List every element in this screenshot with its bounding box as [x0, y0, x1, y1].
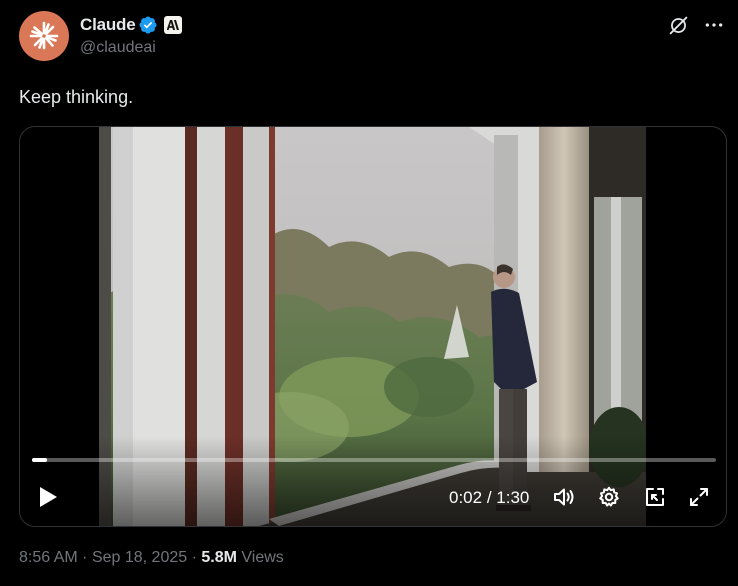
tweet-time[interactable]: 8:56 AM: [19, 549, 78, 566]
views-label[interactable]: Views: [241, 549, 283, 566]
claude-starburst-icon: [29, 21, 59, 50]
more-dots-icon[interactable]: [703, 14, 725, 36]
meta-separator: ·: [191, 549, 197, 566]
volume-icon: [554, 488, 574, 506]
top-actions: [667, 14, 725, 36]
tweet-date[interactable]: Sep 18, 2025: [92, 549, 187, 566]
video-current-time: 0:02: [449, 488, 483, 507]
video-player[interactable]: 0:02 / 1:30: [19, 126, 727, 527]
controls-overlay: [20, 436, 726, 526]
video-time: 0:02 / 1:30: [449, 488, 529, 508]
fullscreen-icon: [690, 488, 708, 506]
pop-out-button[interactable]: [642, 484, 668, 510]
tweet-meta: 8:56 AM · Sep 18, 2025 · 5.8M Views: [19, 549, 284, 567]
fullscreen-button[interactable]: [686, 484, 712, 510]
play-icon: [40, 487, 57, 507]
meta-separator: ·: [82, 549, 88, 566]
play-button[interactable]: [36, 484, 60, 510]
author-handle[interactable]: @claudeai: [80, 39, 156, 57]
views-count[interactable]: 5.8M: [201, 549, 237, 566]
grok-icon[interactable]: [667, 14, 689, 36]
video-duration: 1:30: [496, 488, 530, 507]
tweet-header: Claude @claudeai: [19, 11, 738, 63]
settings-gear-icon: [599, 486, 619, 507]
video-progress-fill: [32, 458, 48, 462]
author-name-row: Claude: [80, 14, 183, 36]
tweet-text: Keep thinking.: [19, 87, 134, 107]
avatar[interactable]: [19, 11, 69, 61]
anthropic-logo-icon[interactable]: [164, 16, 183, 34]
video-time-separator: /: [486, 488, 492, 507]
pop-out-icon: [646, 488, 664, 506]
verified-badge-icon[interactable]: [138, 15, 158, 35]
settings-button[interactable]: [596, 484, 622, 510]
volume-button[interactable]: [551, 484, 577, 510]
video-progress-bar[interactable]: [32, 458, 716, 462]
author-display-name[interactable]: Claude: [80, 15, 136, 35]
